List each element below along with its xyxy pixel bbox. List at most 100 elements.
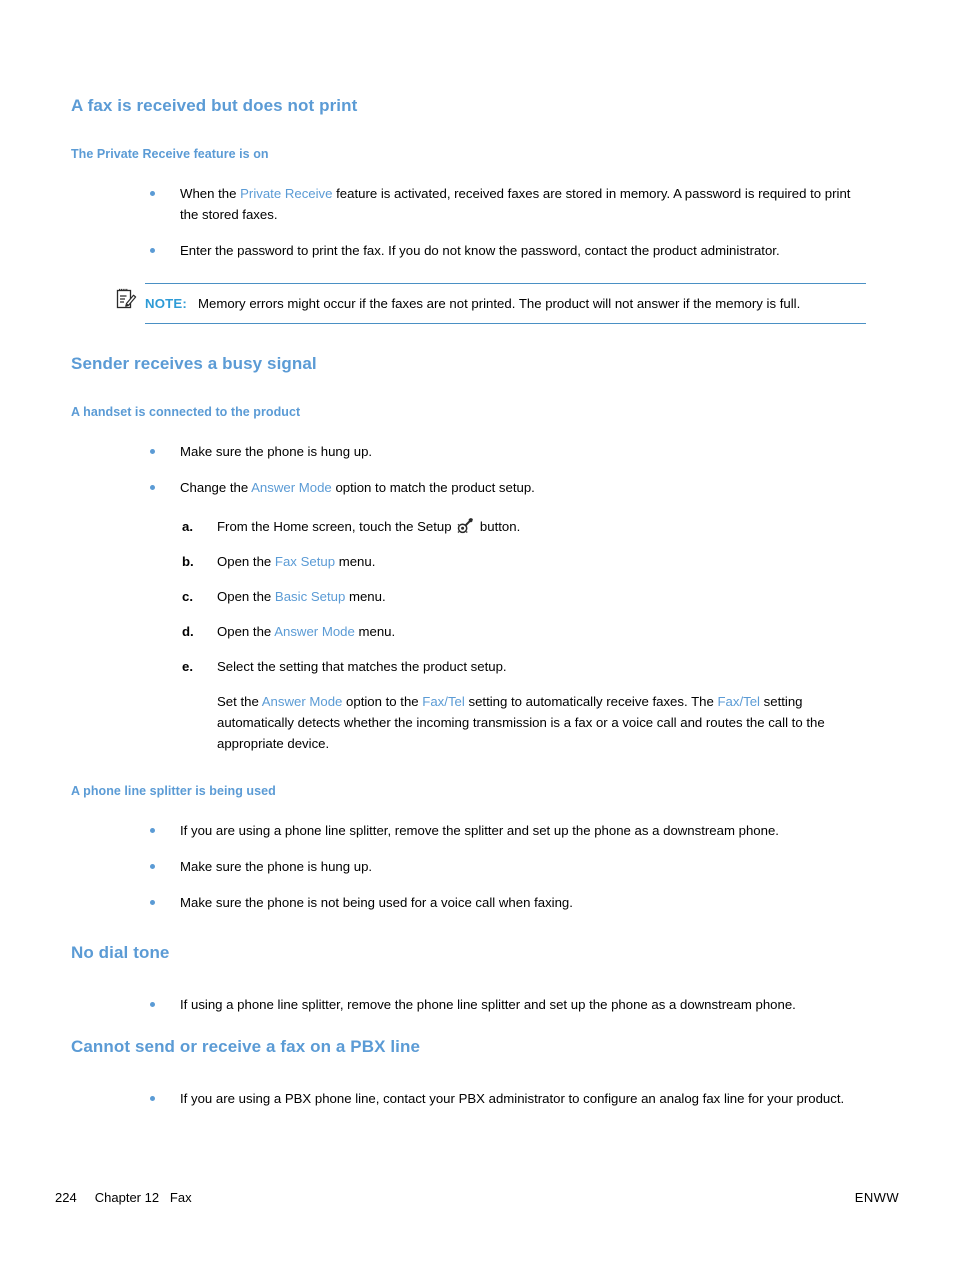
text-run: Enter the password to print the fax. If … xyxy=(180,243,780,258)
ordered-steps-answer-mode: a. From the Home screen, touch the Setup… xyxy=(71,516,871,754)
text-run: option to match the product setup. xyxy=(331,480,535,495)
text-run: button. xyxy=(476,519,521,534)
list-item: Make sure the phone is hung up. xyxy=(71,441,871,462)
bullet-list-phone-line-splitter: If you are using a phone line splitter, … xyxy=(71,820,871,913)
text-run: If using a phone line splitter, remove t… xyxy=(180,997,796,1012)
text-run: Make sure the phone is hung up. xyxy=(180,444,373,459)
page-content: A fax is received but does not print The… xyxy=(71,96,871,1109)
section-heading-sender-busy-signal: Sender receives a busy signal xyxy=(71,354,317,373)
step-marker: b. xyxy=(182,554,194,569)
text-run: When the xyxy=(180,186,241,201)
list-item-text: If using a phone line splitter, remove t… xyxy=(180,997,796,1012)
bullet-dot-icon xyxy=(150,1002,155,1007)
bullet-list-pbx-line: If you are using a PBX phone line, conta… xyxy=(71,1088,871,1109)
bullet-dot-icon xyxy=(150,900,155,905)
text-run: Change the xyxy=(180,480,252,495)
ui-term-reference: Answer Mode xyxy=(251,480,332,495)
text-run: menu. xyxy=(354,624,396,639)
list-item: Make sure the phone is hung up. xyxy=(71,856,871,877)
section-heading-no-dial-tone: No dial tone xyxy=(71,943,170,962)
text-run: Select the setting that matches the prod… xyxy=(217,659,507,674)
list-item: Enter the password to print the fax. If … xyxy=(71,240,871,261)
list-item: Make sure the phone is not being used fo… xyxy=(71,892,871,913)
list-item: Change the Answer Mode option to match t… xyxy=(71,477,871,498)
text-run: Make sure the phone is hung up. xyxy=(180,859,373,874)
subsection-heading-private-receive-on: The Private Receive feature is on xyxy=(71,147,269,161)
bullet-dot-icon xyxy=(150,191,155,196)
text-run: setting to automatically receive faxes. … xyxy=(464,694,718,709)
list-item-text: Make sure the phone is hung up. xyxy=(180,444,372,459)
list-item: a. From the Home screen, touch the Setup… xyxy=(71,516,871,537)
bullet-dot-icon xyxy=(150,248,155,253)
text-run: Open the xyxy=(217,624,275,639)
ui-term-reference: Fax/Tel xyxy=(422,694,465,709)
list-item: If you are using a phone line splitter, … xyxy=(71,820,871,841)
note-label: NOTE: xyxy=(145,296,188,311)
step-text: Select the setting that matches the prod… xyxy=(217,659,507,674)
bullet-list-no-dial-tone: If using a phone line splitter, remove t… xyxy=(71,994,871,1015)
text-run: If you are using a PBX phone line, conta… xyxy=(180,1091,845,1106)
note-box: NOTE: Memory errors might occur if the f… xyxy=(145,283,866,324)
bullet-dot-icon xyxy=(150,828,155,833)
bullet-dot-icon xyxy=(150,1096,155,1101)
list-item-text: Make sure the phone is hung up. xyxy=(180,859,372,874)
footer-right-label: ENWW xyxy=(854,1190,899,1205)
step-marker: c. xyxy=(182,589,193,604)
text-run: option to the xyxy=(342,694,423,709)
bullet-list-handset-connected: Make sure the phone is hung up. Change t… xyxy=(71,441,871,498)
text-run: If you are using a phone line splitter, … xyxy=(180,823,779,838)
footer-left-group: 224 Chapter 12 Fax xyxy=(55,1190,192,1205)
subsection-heading-phone-line-splitter: A phone line splitter is being used xyxy=(71,784,276,798)
step-marker: a. xyxy=(182,519,193,534)
list-item-text: Make sure the phone is not being used fo… xyxy=(180,895,573,910)
step-text: Open the Fax Setup menu. xyxy=(217,554,375,569)
text-run: Open the xyxy=(217,554,275,569)
setup-gear-wrench-icon xyxy=(457,517,474,534)
list-item: b. Open the Fax Setup menu. xyxy=(71,551,871,572)
text-run: From the Home screen, touch the Setup xyxy=(217,519,456,534)
ui-term-reference: Basic Setup xyxy=(274,589,346,604)
list-item-text: When the Private Receive feature is acti… xyxy=(180,186,850,222)
text-run: Make sure the phone is not being used fo… xyxy=(180,895,573,910)
section-heading-pbx-line: Cannot send or receive a fax on a PBX li… xyxy=(71,1037,421,1056)
list-item: If you are using a PBX phone line, conta… xyxy=(71,1088,871,1109)
subsection-heading-handset-connected: A handset is connected to the product xyxy=(71,405,301,419)
page-footer: 224 Chapter 12 Fax ENWW xyxy=(55,1190,899,1210)
document-page: A fax is received but does not print The… xyxy=(0,0,954,1270)
ui-term-reference: Answer Mode xyxy=(261,694,343,709)
note-text: Memory errors might occur if the faxes a… xyxy=(198,296,801,311)
footer-chapter-label: Chapter 12 Fax xyxy=(94,1190,192,1205)
text-run: menu. xyxy=(345,589,386,604)
step-text: From the Home screen, touch the Setup bu… xyxy=(217,517,521,534)
list-item-text: If you are using a phone line splitter, … xyxy=(180,823,779,838)
step-text: Open the Basic Setup menu. xyxy=(217,589,386,604)
ui-term-reference: Fax Setup xyxy=(274,554,336,569)
note-pad-pencil-icon xyxy=(115,288,137,310)
footer-page-number: 224 xyxy=(55,1190,77,1205)
step-marker: d. xyxy=(182,624,194,639)
list-item-text: Change the Answer Mode option to match t… xyxy=(180,480,535,495)
bullet-dot-icon xyxy=(150,449,155,454)
ui-term-reference: Fax/Tel xyxy=(717,694,760,709)
list-item: d. Open the Answer Mode menu. xyxy=(71,621,871,642)
bullet-dot-icon xyxy=(150,864,155,869)
step-marker: e. xyxy=(182,659,193,674)
section-heading-fax-received-not-print: A fax is received but does not print xyxy=(71,96,358,115)
list-item: e. Select the setting that matches the p… xyxy=(71,656,871,754)
ui-term-reference: Private Receive xyxy=(240,186,333,201)
list-item: When the Private Receive feature is acti… xyxy=(71,183,871,225)
bullet-list-private-receive: When the Private Receive feature is acti… xyxy=(71,183,871,261)
step-extra-paragraph: Set the Answer Mode option to the Fax/Te… xyxy=(217,691,871,754)
ui-term-reference: Answer Mode xyxy=(274,624,355,639)
text-run: Open the xyxy=(217,589,275,604)
text-run: Set the xyxy=(217,694,262,709)
list-item-text: Enter the password to print the fax. If … xyxy=(180,243,780,258)
text-run: menu. xyxy=(335,554,376,569)
list-item: If using a phone line splitter, remove t… xyxy=(71,994,871,1015)
list-item-text: If you are using a PBX phone line, conta… xyxy=(180,1091,844,1106)
bullet-dot-icon xyxy=(150,485,155,490)
step-text: Open the Answer Mode menu. xyxy=(217,624,395,639)
note-body: NOTE: Memory errors might occur if the f… xyxy=(145,293,866,314)
list-item: c. Open the Basic Setup menu. xyxy=(71,586,871,607)
note-admonition: NOTE: Memory errors might occur if the f… xyxy=(71,283,871,324)
